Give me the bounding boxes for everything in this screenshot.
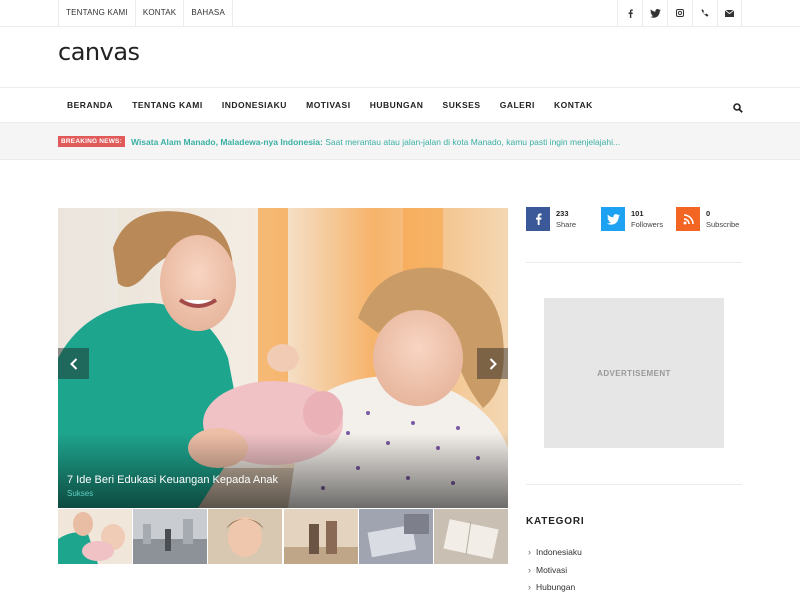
slide-title[interactable]: 7 Ide Beri Edukasi Keuangan Kepada Anak xyxy=(67,474,278,486)
top-link-tentang-kami[interactable]: TENTANG KAMI xyxy=(58,0,136,26)
thumbnail-3[interactable] xyxy=(208,509,283,564)
breaking-news-bar: BREAKING NEWS: Wisata Alam Manado, Malad… xyxy=(0,122,800,160)
social-counters: 233 Share 101 Followers 0 Subscribe xyxy=(526,207,742,237)
phone-icon[interactable] xyxy=(692,0,717,26)
facebook-icon[interactable] xyxy=(617,0,642,26)
nav-item-tentang-kami[interactable]: TENTANG KAMI xyxy=(123,88,213,123)
search-icon[interactable] xyxy=(733,100,743,113)
slider-thumbnails xyxy=(58,509,508,564)
nav-item-kontak[interactable]: KONTAK xyxy=(544,88,602,123)
nav-item-beranda[interactable]: BERANDA xyxy=(58,88,123,123)
rss-icon xyxy=(676,207,700,231)
twitter-count: 101 xyxy=(631,209,644,218)
top-link-kontak[interactable]: KONTAK xyxy=(136,0,185,26)
main-nav: BERANDA TENTANG KAMI INDONESIAKU MOTIVAS… xyxy=(0,87,800,122)
thumbnail-5[interactable] xyxy=(358,509,433,564)
top-link-bahasa[interactable]: BAHASA xyxy=(184,0,233,26)
sidebar-divider xyxy=(526,262,742,263)
social-counter-twitter[interactable]: 101 Followers xyxy=(601,207,663,231)
breaking-news-headline[interactable]: Wisata Alam Manado, Maladewa-nya Indones… xyxy=(131,137,323,147)
slider-next-button[interactable] xyxy=(477,348,508,379)
thumbnail-6[interactable] xyxy=(433,509,508,564)
top-bar: TENTANG KAMI KONTAK BAHASA xyxy=(0,0,800,27)
slider-prev-button[interactable] xyxy=(58,348,89,379)
breaking-news-excerpt[interactable]: Saat merantau atau jalan-jalan di kota M… xyxy=(325,137,620,147)
nav-item-indonesiaku[interactable]: INDONESIAKU xyxy=(212,88,296,123)
facebook-count: 233 xyxy=(556,209,569,218)
kategori-item-indonesiaku[interactable]: Indonesiaku xyxy=(528,546,582,564)
kategori-title: KATEGORI xyxy=(526,516,585,527)
kategori-item-hubungan[interactable]: Hubungan xyxy=(528,581,582,599)
breaking-news-link[interactable]: Wisata Alam Manado, Maladewa-nya Indones… xyxy=(131,137,620,147)
top-links: TENTANG KAMI KONTAK BAHASA xyxy=(58,0,233,26)
rss-label: Subscribe xyxy=(706,220,740,229)
slide-category[interactable]: Sukses xyxy=(67,489,93,498)
kategori-list: Indonesiaku Motivasi Hubungan xyxy=(528,546,582,599)
facebook-label: Share xyxy=(556,220,577,229)
nav-item-motivasi[interactable]: MOTIVASI xyxy=(297,88,361,123)
nav-item-sukses[interactable]: SUKSES xyxy=(433,88,490,123)
thumbnail-4[interactable] xyxy=(283,509,358,564)
email-icon[interactable] xyxy=(717,0,742,26)
twitter-icon[interactable] xyxy=(642,0,667,26)
site-logo[interactable]: canvas xyxy=(58,38,140,66)
chevron-right-icon xyxy=(489,357,497,370)
chevron-left-icon xyxy=(69,357,77,370)
thumbnail-2[interactable] xyxy=(133,509,208,564)
advertisement-box[interactable]: ADVERTISEMENT xyxy=(544,298,724,448)
twitter-icon xyxy=(601,207,625,231)
instagram-icon[interactable] xyxy=(667,0,692,26)
kategori-item-motivasi[interactable]: Motivasi xyxy=(528,564,582,582)
facebook-icon xyxy=(526,207,550,231)
featured-slider[interactable]: 7 Ide Beri Edukasi Keuangan Kepada Anak … xyxy=(58,208,508,508)
thumbnail-1[interactable] xyxy=(58,509,132,564)
nav-item-hubungan[interactable]: HUBUNGAN xyxy=(360,88,433,123)
breaking-news-label: BREAKING NEWS: xyxy=(58,136,125,147)
rss-count: 0 xyxy=(706,209,711,218)
nav-item-galeri[interactable]: GALERI xyxy=(490,88,544,123)
top-social-icons xyxy=(617,0,742,26)
twitter-label: Followers xyxy=(631,220,664,229)
sidebar-divider xyxy=(526,484,742,485)
social-counter-facebook[interactable]: 233 Share xyxy=(526,207,576,231)
social-counter-rss[interactable]: 0 Subscribe xyxy=(676,207,739,231)
slide-caption: 7 Ide Beri Edukasi Keuangan Kepada Anak … xyxy=(58,433,508,508)
